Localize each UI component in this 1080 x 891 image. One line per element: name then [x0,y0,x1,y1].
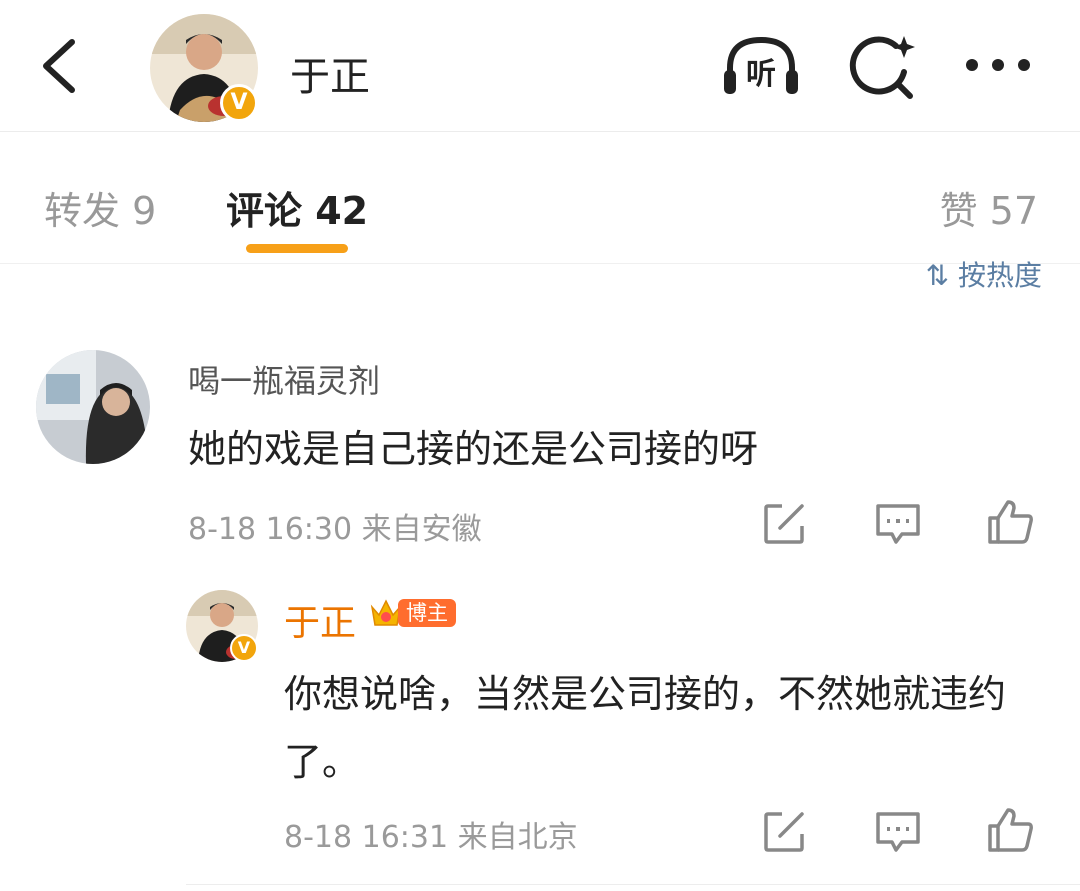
svg-text:听: 听 [746,57,776,92]
commenter-avatar[interactable] [36,350,150,464]
comment-repost-button[interactable] [760,500,808,548]
reply-meta: 8-18 16:31 来自北京 [284,820,578,855]
sort-label: 按热度 [957,259,1042,288]
blogger-badge-label: 博主 [398,599,456,627]
divider [186,884,1080,885]
tab-likes[interactable]: 赞 57 [940,180,1038,235]
sort-arrows-icon: ⇅ [925,259,950,288]
search-sparkle-icon [849,36,915,99]
verified-badge: V [220,84,258,122]
reply-author[interactable]: 于正 [284,594,356,646]
comment-like-button[interactable] [986,498,1034,546]
reply-repost-button[interactable] [760,808,808,856]
comment-text: 她的戏是自己接的还是公司接的呀 [188,427,759,471]
comment-reply-button[interactable] [874,500,922,548]
reply-like-button[interactable] [986,806,1034,854]
tab-comments[interactable]: 评论 42 [226,180,368,235]
search-button[interactable] [848,32,918,102]
top-bar: V 于正 听 [0,0,1080,132]
tab-reposts[interactable]: 转发 9 [44,180,156,235]
page-title: 于正 [290,54,370,100]
more-dots-icon [966,59,1030,71]
reply-text: 你想说啥，当然是公司接的，不然她就违约了。 [284,672,1007,784]
reply-reply-button[interactable] [874,808,922,856]
verified-badge: V [230,634,258,662]
chevron-left-icon [43,39,75,93]
back-button[interactable] [36,36,84,96]
thumbs-up-icon [988,500,1033,544]
blogger-badge: 博主 [368,594,456,632]
share-edit-icon [764,504,804,544]
person-photo-icon [36,350,150,464]
comment-bubble-icon [876,504,920,544]
comment-meta: 8-18 16:30 来自安徽 [188,512,482,547]
active-tab-indicator [246,244,348,253]
comment-author[interactable]: 喝一瓶福灵剂 [188,356,380,402]
listen-button[interactable]: 听 [718,32,804,98]
sort-toggle[interactable]: ⇅ 按热度 [926,254,1042,288]
tab-bar: 转发 9 评论 42 赞 57 [0,132,1080,264]
comment-bubble-icon [876,812,920,852]
headphones-icon: 听 [724,36,798,94]
thumbs-up-icon [988,808,1033,852]
share-edit-icon [764,812,804,852]
more-button[interactable] [962,50,1034,80]
